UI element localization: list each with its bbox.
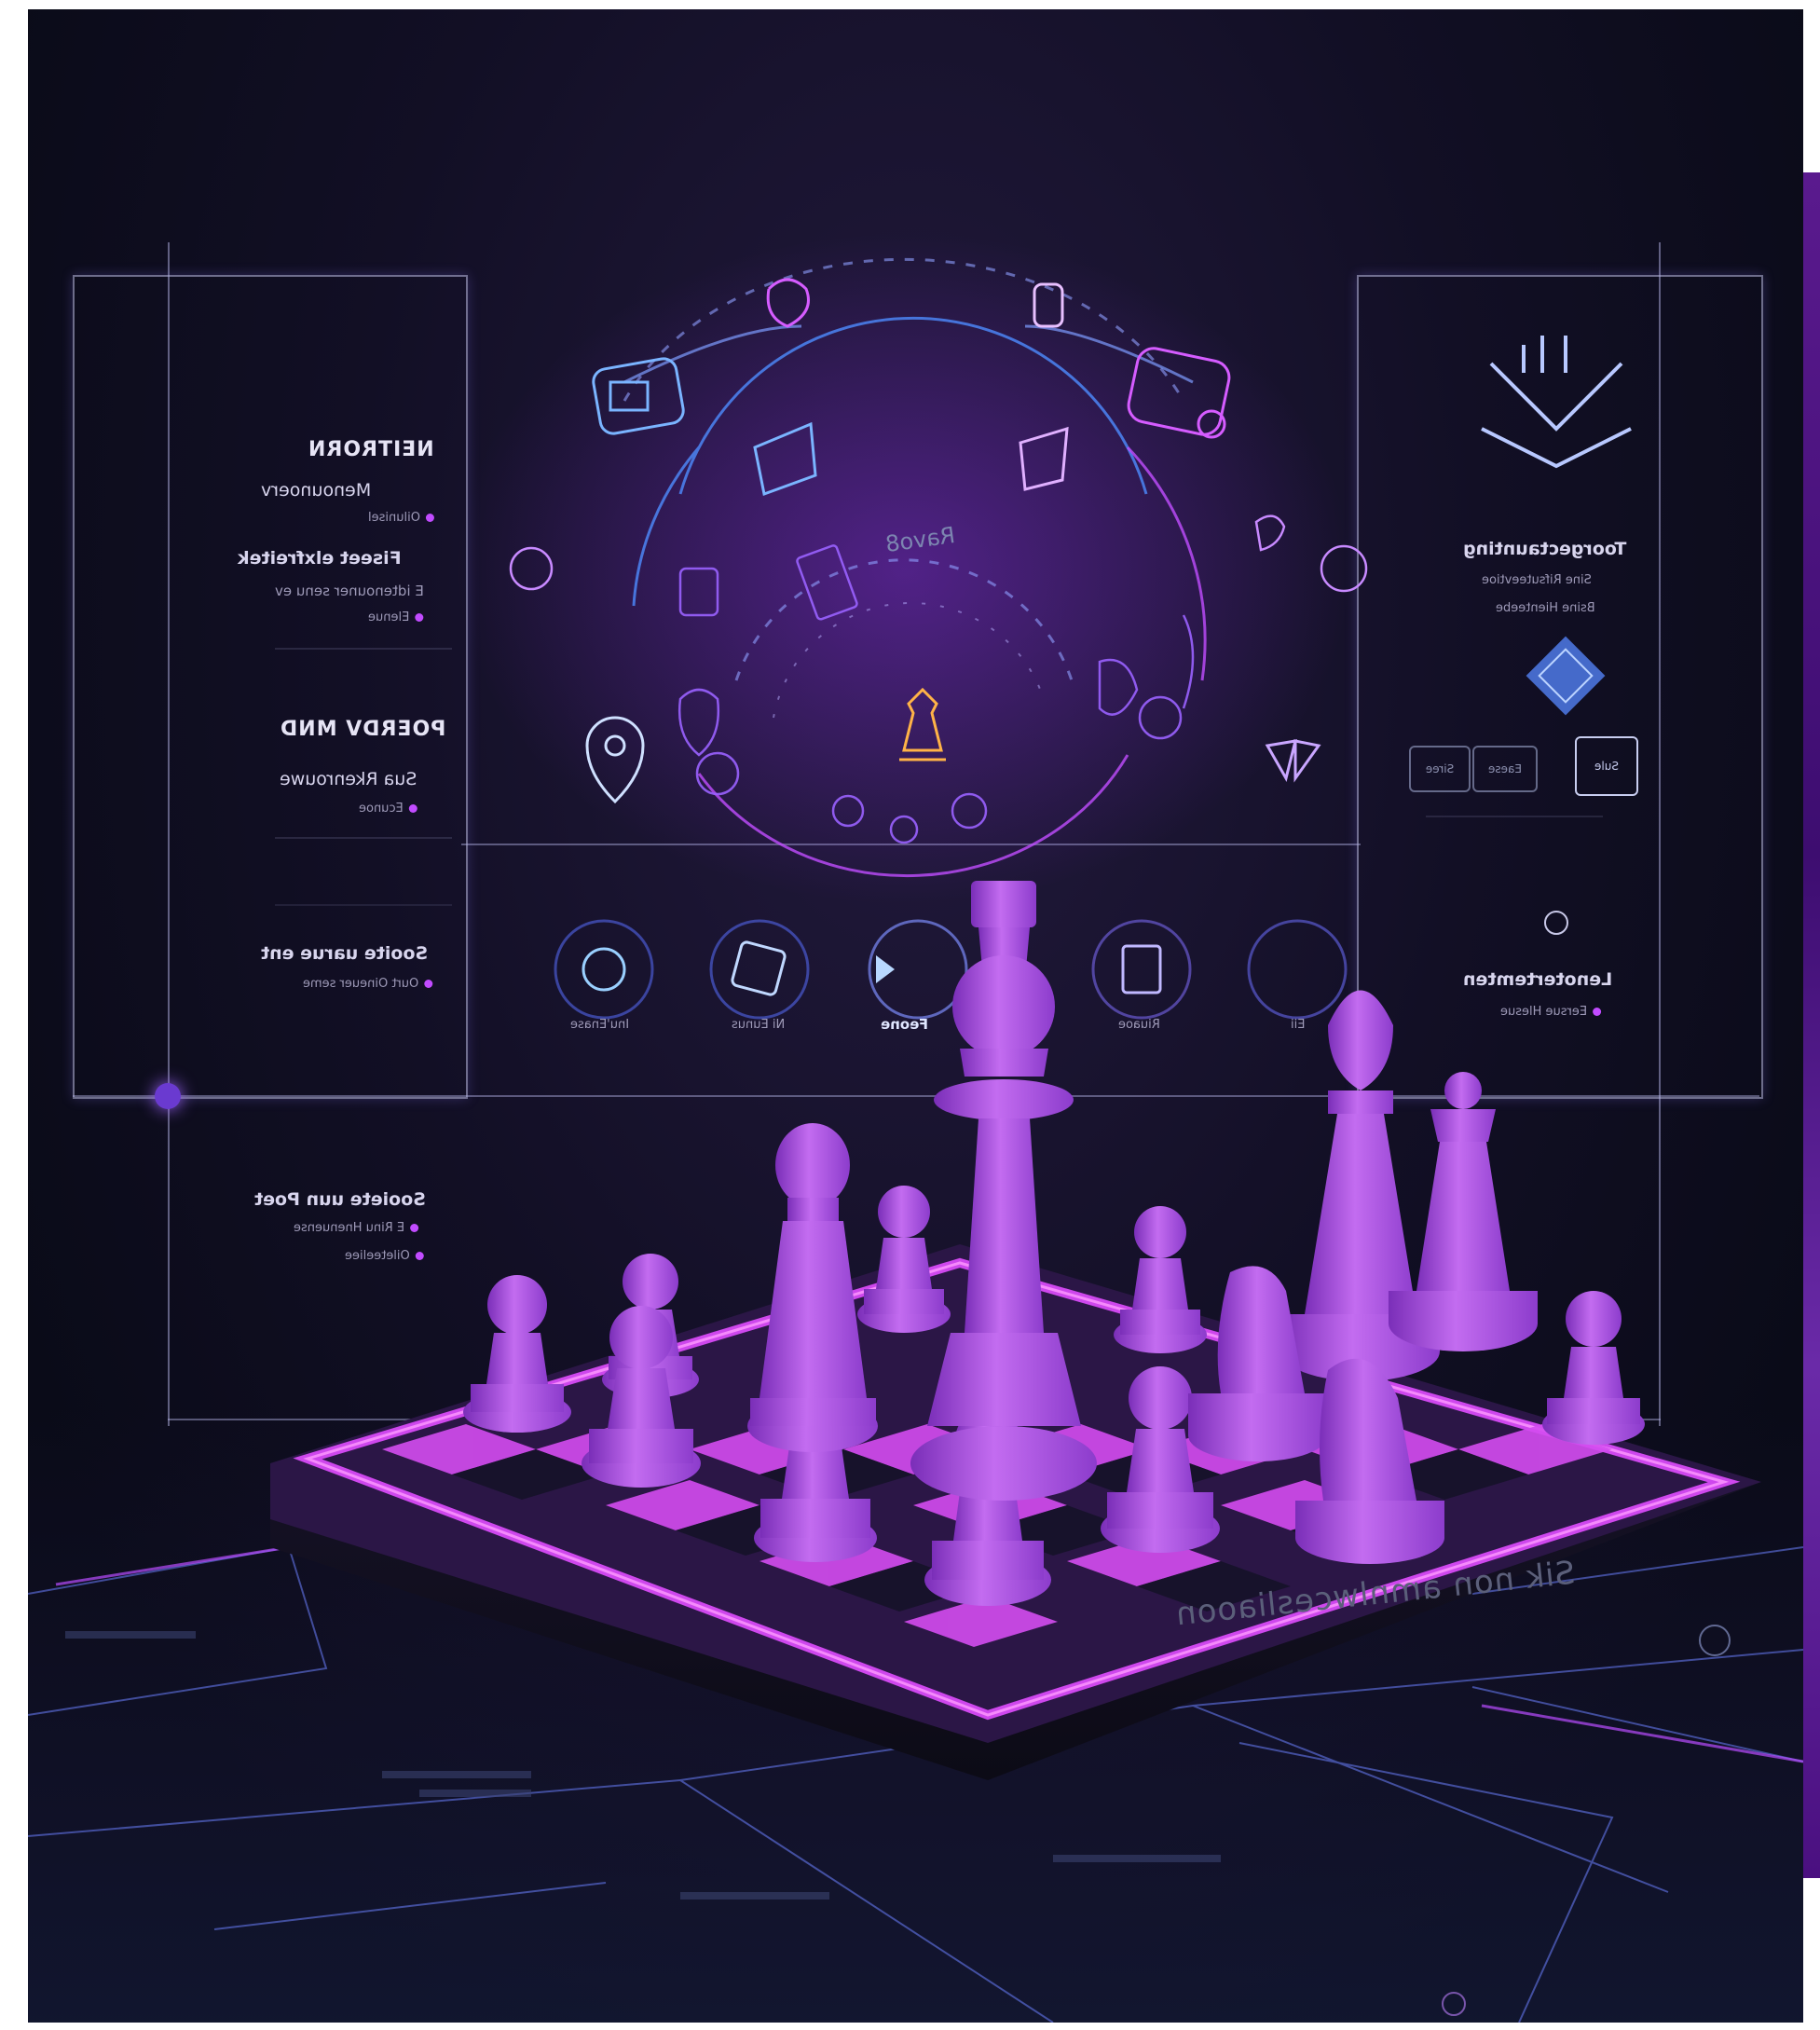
right-edge-strip <box>1803 172 1820 1878</box>
chess-hud-scene: NEITRORN Menounoerv Oilunisel Fiseet elx… <box>28 9 1803 2023</box>
chess-board <box>270 881 1761 1780</box>
